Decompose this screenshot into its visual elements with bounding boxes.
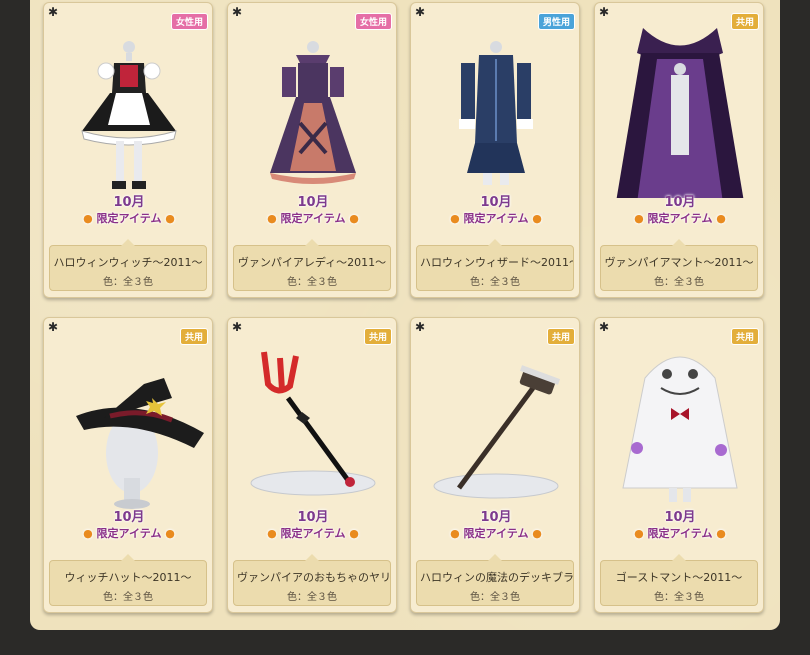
pumpkin-icon: ● xyxy=(634,527,644,540)
wizard-coat-image xyxy=(459,41,533,185)
pumpkin-icon: ● xyxy=(532,212,542,225)
spider-icon: ✱ xyxy=(415,5,426,19)
item-name: ヴァンパイアのおもちゃのヤリ xyxy=(237,571,390,584)
item-label: ヴァンパイアマント～2011～ 色：全３色 xyxy=(600,239,758,291)
item-name: ヴァンパイアレディ～2011～ xyxy=(237,256,387,269)
pumpkin-icon: ● xyxy=(634,212,644,225)
deck-brush-image xyxy=(433,365,561,499)
spider-icon: ✱ xyxy=(48,320,59,334)
item-label: ハロウィンウィザード～2011～ 色：全３色 xyxy=(416,239,574,291)
item-colors: 色：全３色 xyxy=(287,592,337,603)
item-label: ハロウィンの魔法のデッキブラシ 色：全３色 xyxy=(416,554,574,606)
item-name: ウィッチハット～2011～ xyxy=(64,571,192,584)
item-colors: 色：全３色 xyxy=(103,277,153,288)
pumpkin-icon: ● xyxy=(83,212,93,225)
limited-ribbon: 10月 ● 限定アイテム ● xyxy=(450,195,542,225)
ghost-cape-image xyxy=(622,356,738,502)
pumpkin-icon: ● xyxy=(83,527,93,540)
spider-icon: ✱ xyxy=(415,320,426,334)
item-name: ヴァンパイアマント～2011～ xyxy=(604,256,754,269)
spider-icon: ✱ xyxy=(599,5,610,19)
limited-ribbon: 10月 ● 限定アイテム ● xyxy=(267,195,359,225)
pumpkin-icon: ● xyxy=(165,212,175,225)
vampire-lady-dress-image xyxy=(270,41,356,184)
pumpkin-icon: ● xyxy=(165,527,175,540)
spider-icon: ✱ xyxy=(232,5,243,19)
item-card-magic-deck-brush[interactable]: ✱ 共用 10月 ● 限定アイテム ● ハロウィンの魔法のデッキブラシ 色：全３… xyxy=(410,317,580,613)
limited-ribbon: 10月 ● 限定アイテム ● xyxy=(83,510,175,540)
item-name: ハロウィンの魔法のデッキブラシ xyxy=(420,571,573,584)
item-label: ウィッチハット～2011～ 色：全３色 xyxy=(49,554,207,606)
limited-ribbon: 10月 ● 限定アイテム ● xyxy=(450,510,542,540)
limited-ribbon: 10月 ● 限定アイテム ● xyxy=(267,510,359,540)
pumpkin-icon: ● xyxy=(267,212,277,225)
pumpkin-icon: ● xyxy=(716,527,726,540)
pumpkin-icon: ● xyxy=(532,527,542,540)
item-card-vampire-cape[interactable]: ✱ 共用 10月 ● 限定アイテム ● ヴァンパイアマント～2011～ 色：全３… xyxy=(594,2,764,298)
pumpkin-icon: ● xyxy=(716,212,726,225)
item-name: ハロウィンウィザード～2011～ xyxy=(420,256,573,269)
item-card-witch-hat[interactable]: ✱ 共用 10月 ● 限定アイテム ● ウィッチハット～2011～ 色：全３色 xyxy=(43,317,213,613)
item-colors: 色：全３色 xyxy=(470,592,520,603)
pumpkin-icon: ● xyxy=(349,527,359,540)
witch-hat-image xyxy=(76,378,204,509)
item-label: ヴァンパイアのおもちゃのヤリ 色：全３色 xyxy=(233,554,391,606)
item-label: ハロウィンウィッチ～2011～ 色：全３色 xyxy=(49,239,207,291)
item-card-vampire-toy-spear[interactable]: ✱ 共用 10月 ● 限定アイテム ● ヴァンパイアのおもちゃのヤリ 色：全３色 xyxy=(227,317,397,613)
item-colors: 色：全３色 xyxy=(654,277,704,288)
pumpkin-icon: ● xyxy=(267,527,277,540)
item-card-ghost-cape[interactable]: ✱ 共用 10月 ● 限定アイテム ● ゴーストマント～2011～ 色：全３色 xyxy=(594,317,764,613)
toy-spear-image xyxy=(250,351,376,496)
item-label: ゴーストマント～2011～ 色：全３色 xyxy=(600,554,758,606)
limited-ribbon: 10月 ● 限定アイテム ● xyxy=(634,510,726,540)
limited-ribbon: 10月 ● 限定アイテム ● xyxy=(83,195,175,225)
witch-dress-image xyxy=(81,41,177,189)
pumpkin-icon: ● xyxy=(349,212,359,225)
item-name: ゴーストマント～2011～ xyxy=(615,571,743,584)
item-card-halloween-witch[interactable]: ✱ 女性用 10月 ● 限定アイテム ● ハロウィンウィッチ～2011～ 色：全… xyxy=(43,2,213,298)
item-colors: 色：全３色 xyxy=(103,592,153,603)
spider-icon: ✱ xyxy=(599,320,610,334)
item-card-vampire-lady[interactable]: ✱ 女性用 10月 ● 限定アイテム ● ヴァンパイアレディ～2011～ 色：全… xyxy=(227,2,397,298)
item-colors: 色：全３色 xyxy=(470,277,520,288)
spider-icon: ✱ xyxy=(232,320,243,334)
item-name: ハロウィンウィッチ～2011～ xyxy=(53,256,203,269)
item-label: ヴァンパイアレディ～2011～ 色：全３色 xyxy=(233,239,391,291)
limited-ribbon: 10月 ● 限定アイテム ● xyxy=(634,195,726,225)
item-colors: 色：全３色 xyxy=(654,592,704,603)
vampire-cape-image xyxy=(616,28,744,198)
item-colors: 色：全３色 xyxy=(287,277,337,288)
item-card-halloween-wizard[interactable]: ✱ 男性用 10月 ● 限定アイテム ● ハロウィンウィザード～2011～ 色：… xyxy=(410,2,580,298)
item-list-panel: ✱ 女性用 10月 ● 限定アイテム ● ハロウィンウィッチ～2011～ 色：全… xyxy=(30,0,780,630)
spider-icon: ✱ xyxy=(48,5,59,19)
pumpkin-icon: ● xyxy=(450,212,460,225)
pumpkin-icon: ● xyxy=(450,527,460,540)
